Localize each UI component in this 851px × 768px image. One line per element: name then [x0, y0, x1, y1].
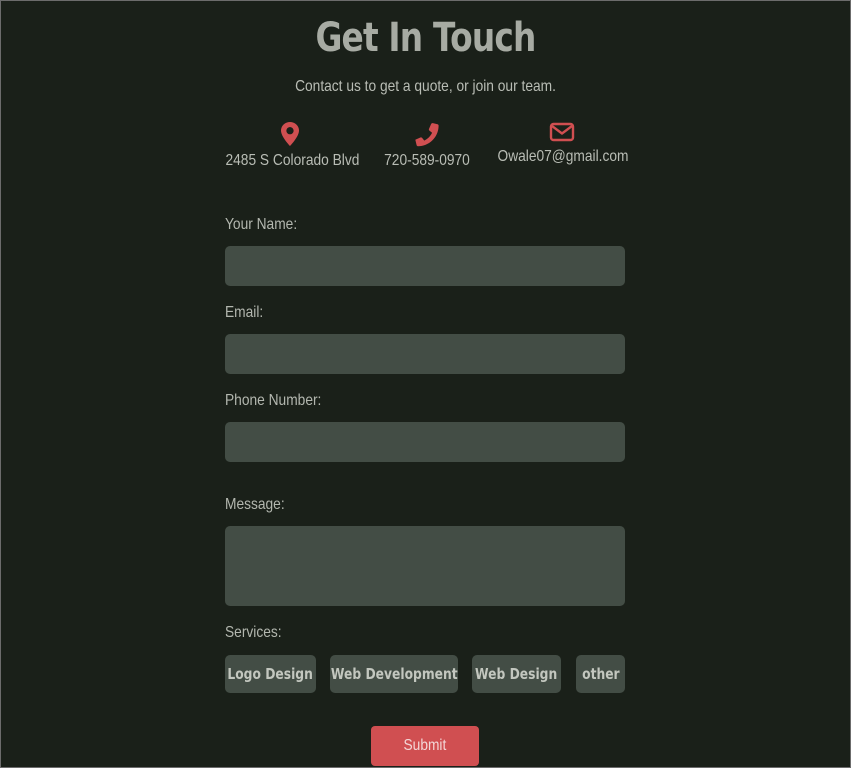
name-input[interactable] — [225, 246, 625, 286]
contact-email: Owale07@gmail.com — [487, 121, 637, 166]
contact-phone: 720-589-0970 — [352, 121, 502, 170]
contact-address-text: 2485 S Colorado Blvd — [225, 152, 360, 169]
phone-label: Phone Number: — [225, 392, 322, 409]
submit-label: Submit — [403, 737, 447, 754]
page-title: Get In Touch — [315, 15, 536, 61]
contact-address: 2485 S Colorado Blvd — [215, 121, 365, 170]
contact-email-text: Owale07@gmail.com — [497, 148, 629, 165]
phone-input[interactable] — [225, 422, 625, 462]
service-label: other — [581, 665, 620, 683]
services-label: Services: — [225, 624, 282, 641]
map-marker-icon — [281, 122, 299, 146]
message-label: Message: — [225, 496, 285, 513]
contact-page: Get In Touch Contact us to get a quote, … — [0, 0, 851, 768]
email-input[interactable] — [225, 334, 625, 374]
page-subtitle: Contact us to get a quote, or join our t… — [295, 78, 556, 95]
service-logo-design-button[interactable]: Logo Design — [225, 655, 316, 693]
envelope-icon — [549, 122, 575, 142]
service-label: Web Development — [330, 665, 458, 683]
message-textarea[interactable] — [225, 526, 625, 606]
phone-icon — [415, 123, 439, 147]
service-other-button[interactable]: other — [576, 655, 625, 693]
service-web-design-button[interactable]: Web Design — [472, 655, 561, 693]
contact-phone-text: 720-589-0970 — [384, 152, 470, 169]
submit-button[interactable]: Submit — [371, 726, 479, 766]
email-label: Email: — [225, 304, 264, 321]
name-label: Your Name: — [225, 216, 298, 233]
service-label: Logo Design — [227, 665, 314, 683]
service-label: Web Design — [475, 665, 558, 683]
service-web-development-button[interactable]: Web Development — [330, 655, 458, 693]
